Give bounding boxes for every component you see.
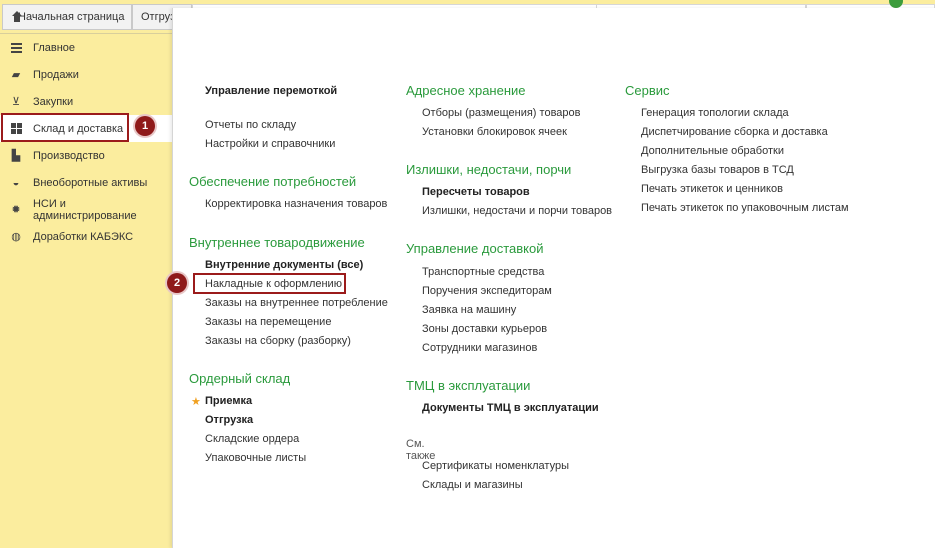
link-warehouses-stores[interactable]: Склады и магазины: [422, 479, 523, 491]
sidebar-item-label: Производство: [33, 149, 105, 162]
link-tmc-documents[interactable]: Документы ТМЦ в эксплуатации: [422, 402, 599, 414]
section-title-address-storage: Адресное хранение: [406, 83, 526, 98]
car-icon: ◒: [12, 176, 20, 189]
link-cell-locks[interactable]: Установки блокировок ячеек: [422, 126, 567, 138]
tab-home-label: Начальная страница: [18, 11, 125, 23]
section-title-internal-movement: Внутреннее товародвижение: [189, 235, 365, 250]
link-internal-consumption-orders[interactable]: Заказы на внутреннее потребление: [205, 297, 388, 309]
link-internal-documents[interactable]: Внутренние документы (все): [205, 259, 363, 271]
bag-icon: ▰: [11, 69, 21, 81]
coins-icon: ◍: [11, 231, 21, 243]
sidebar-item-kabeks[interactable]: ◍ Доработки КАБЭКС: [0, 223, 172, 250]
link-print-packing-labels[interactable]: Печать этикеток по упаковочным листам: [641, 202, 849, 214]
link-receiving[interactable]: Приемка: [205, 395, 252, 407]
highlight-invoices: [193, 273, 346, 294]
link-tsd-export[interactable]: Выгрузка базы товаров в ТСД: [641, 164, 794, 176]
link-forwarder-orders[interactable]: Поручения экспедиторам: [422, 285, 552, 297]
link-warehouse-reports[interactable]: Отчеты по складу: [205, 119, 296, 131]
sidebar-item-label: Внеоборотные активы: [33, 176, 148, 189]
link-transfer-orders[interactable]: Заказы на перемещение: [205, 316, 331, 328]
section-title-supply: Обеспечение потребностей: [189, 174, 357, 189]
factory-icon: ▙: [11, 150, 21, 162]
section-title-tmc: ТМЦ в эксплуатации: [406, 378, 531, 393]
star-icon: ★: [191, 396, 201, 408]
sidebar-item-production[interactable]: ▙ Производство: [0, 142, 172, 169]
link-settings[interactable]: Настройки и справочники: [205, 138, 335, 150]
sidebar-item-fixed-assets[interactable]: ◒ Внеоборотные активы: [0, 169, 172, 196]
tab-home[interactable]: Начальная страница: [2, 4, 132, 30]
section-title-surplus: Излишки, недостачи, порчи: [406, 162, 572, 177]
link-vehicle-request[interactable]: Заявка на машину: [422, 304, 516, 316]
gear-icon: ✹: [11, 204, 21, 216]
section-title-delivery: Управление доставкой: [406, 241, 544, 256]
sidebar-item-label: Закупки: [33, 95, 74, 108]
link-vehicles[interactable]: Транспортные средства: [422, 266, 544, 278]
link-recounts[interactable]: Пересчеты товаров: [422, 186, 530, 198]
link-topology[interactable]: Генерация топологии склада: [641, 107, 789, 119]
see-also-label: См. также: [406, 438, 436, 462]
cart-icon: ⊻: [11, 96, 21, 108]
link-print-labels[interactable]: Печать этикеток и ценников: [641, 183, 783, 195]
link-surplus-goods[interactable]: Излишки, недостачи и порчи товаров: [422, 205, 612, 217]
link-goods-assignment[interactable]: Корректировка назначения товаров: [205, 198, 387, 210]
sidebar-item-admin[interactable]: ✹ НСИ и администрирование: [0, 196, 172, 223]
section-title-service: Сервис: [625, 83, 670, 98]
sidebar-item-sales[interactable]: ▰ Продажи: [0, 61, 172, 88]
tab-shipment-label: Отгруз: [141, 11, 176, 23]
sidebar-item-main[interactable]: Главное: [0, 34, 172, 61]
link-certificates[interactable]: Сертификаты номенклатуры: [422, 460, 569, 472]
link-rewind-management[interactable]: Управление перемоткой: [205, 85, 337, 97]
link-picking[interactable]: Отборы (размещения) товаров: [422, 107, 580, 119]
link-shipping[interactable]: Отгрузка: [205, 414, 253, 426]
link-dispatching[interactable]: Диспетчирование сборка и доставка: [641, 126, 828, 138]
sidebar: Главное ▰ Продажи ⊻ Закупки Склад и дост…: [0, 34, 172, 548]
link-store-staff[interactable]: Сотрудники магазинов: [422, 342, 537, 354]
step-badge-1: 1: [135, 116, 155, 136]
highlight-warehouse: [1, 113, 129, 142]
sidebar-item-label: Продажи: [33, 68, 79, 81]
link-packing-lists[interactable]: Упаковочные листы: [205, 452, 306, 464]
sidebar-item-label: Главное: [33, 41, 76, 54]
link-warehouse-orders[interactable]: Складские ордера: [205, 433, 299, 445]
sidebar-item-purchases[interactable]: ⊻ Закупки: [0, 88, 172, 115]
link-extra-processing[interactable]: Дополнительные обработки: [641, 145, 784, 157]
sidebar-item-label: Доработки КАБЭКС: [33, 230, 134, 243]
sidebar-item-label: НСИ и администрирование: [32, 197, 137, 222]
section-title-order-warehouse: Ордерный склад: [189, 371, 291, 386]
menu-icon: [10, 42, 22, 54]
step-badge-2: 2: [167, 273, 187, 293]
link-courier-zones[interactable]: Зоны доставки курьеров: [422, 323, 547, 335]
link-assembly-orders[interactable]: Заказы на сборку (разборку): [205, 335, 351, 347]
